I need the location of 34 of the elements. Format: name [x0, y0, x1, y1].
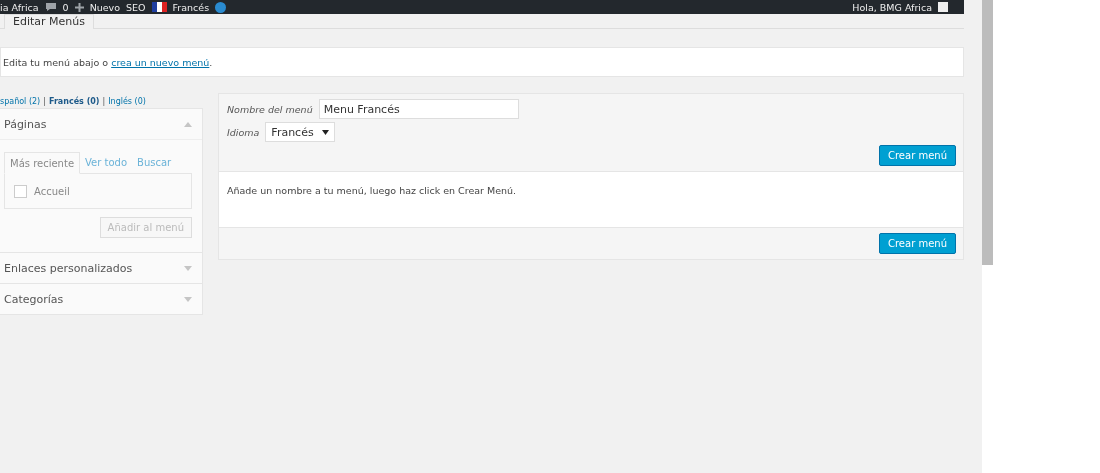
hint-text: Añade un nombre a tu menú, luego haz click en Crear Menú.: [227, 185, 517, 196]
accordion-header[interactable]: Categorías: [0, 284, 202, 314]
language-filter-link[interactable]: Inglés (0): [108, 96, 146, 106]
separator-text: |: [102, 96, 106, 106]
language-filter-link[interactable]: Francés (0): [48, 96, 100, 106]
avatar-icon[interactable]: [938, 2, 948, 12]
arrow-icon: [184, 121, 192, 127]
checkbox[interactable]: [14, 184, 27, 198]
page-label: Accueil: [34, 185, 70, 197]
arrow-icon: [184, 296, 192, 302]
flag-icon: [151, 2, 167, 12]
site-name-link[interactable]: ia Africa: [0, 1, 39, 13]
info-icon: [215, 1, 227, 13]
scrollbar[interactable]: [982, 0, 993, 265]
separator-text: |: [43, 96, 46, 106]
new-link[interactable]: Nuevo: [89, 1, 121, 13]
edit-menus-tab[interactable]: Editar Menús: [4, 14, 94, 29]
pages-tab[interactable]: Más reciente: [4, 152, 81, 174]
speech-bubble-icon[interactable]: [44, 2, 57, 12]
language-filter-link[interactable]: spañol (2): [0, 96, 41, 106]
menu-name-label: Nombre del menú: [227, 103, 313, 115]
language-label: Idioma: [227, 126, 260, 138]
accordion-header[interactable]: Enlaces personalizados: [0, 253, 202, 283]
plus-icon: [74, 2, 84, 12]
greeting-link[interactable]: Hola, BMG Africa: [852, 1, 932, 13]
seo-link[interactable]: SEO: [126, 1, 146, 13]
language-link[interactable]: Francés: [172, 1, 210, 13]
comment-count[interactable]: 0: [62, 1, 69, 13]
language-select[interactable]: Francés: [265, 122, 335, 142]
notice-text: Edita tu menú abajo o crea un nuevo menú.: [3, 56, 213, 68]
caret-icon: [321, 129, 329, 135]
menu-name-field[interactable]: Menu Francés: [318, 99, 519, 119]
arrow-icon: [184, 265, 192, 271]
accordion-header[interactable]: Páginas: [0, 109, 202, 139]
